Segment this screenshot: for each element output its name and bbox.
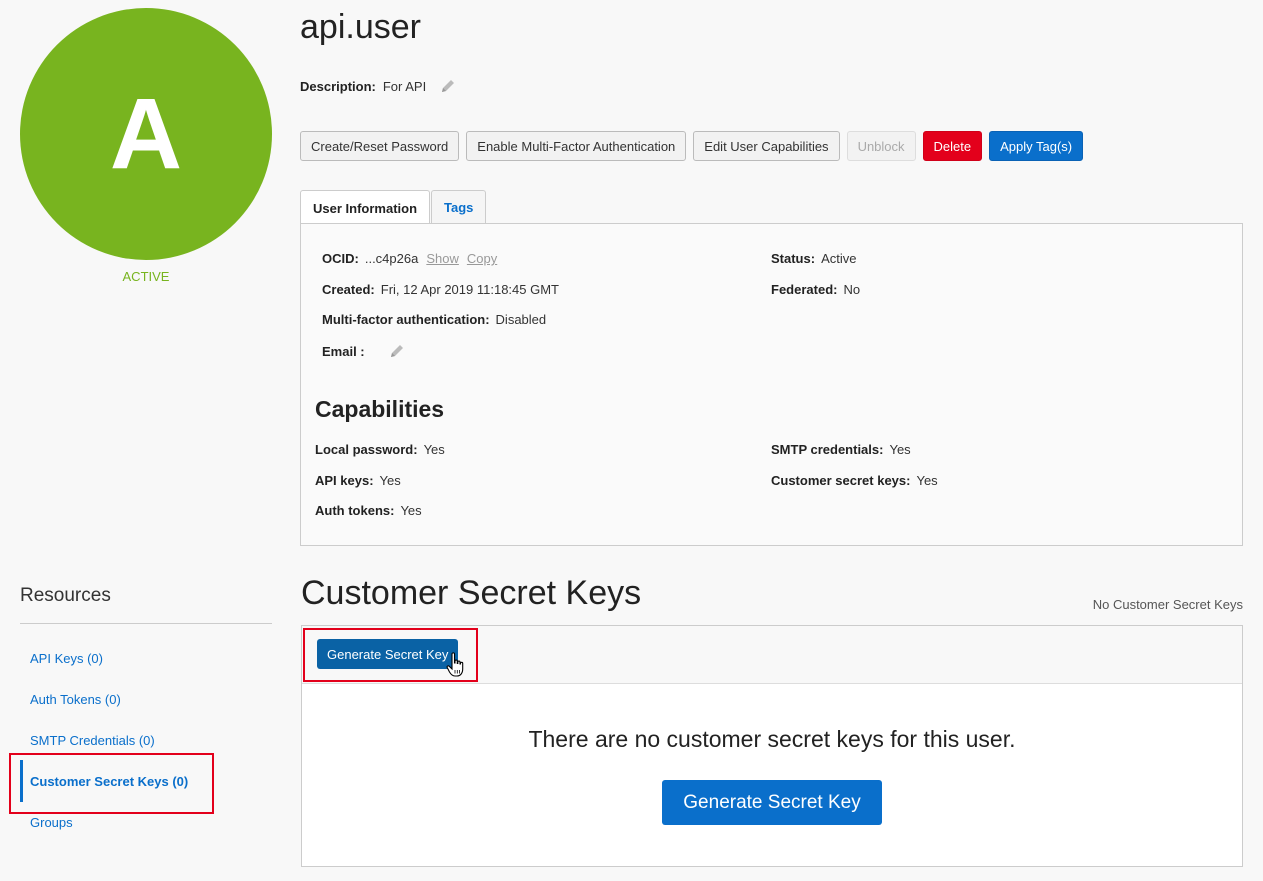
- create-reset-password-button[interactable]: Create/Reset Password: [300, 131, 460, 161]
- edit-description-pencil-icon[interactable]: [440, 78, 456, 94]
- hand-cursor-icon: [446, 652, 466, 681]
- empty-state-message: There are no customer secret keys for th…: [528, 726, 1016, 752]
- apply-tags-button[interactable]: Apply Tag(s): [989, 131, 1084, 161]
- capabilities-heading: Capabilities: [315, 396, 445, 422]
- sidebar-item-groups[interactable]: Groups: [30, 815, 73, 830]
- description-row: Description: For API: [300, 78, 456, 94]
- tab-tags[interactable]: Tags: [431, 190, 487, 224]
- highlight-box-sidebar: [9, 753, 214, 814]
- local-password-row: Local password: Yes: [315, 442, 445, 457]
- api-keys-row: API keys: Yes: [315, 473, 401, 488]
- status-row: Status: Active: [771, 251, 856, 266]
- generate-secret-key-empty-state-button[interactable]: Generate Secret Key: [662, 780, 882, 825]
- user-detail-tabs: User Information Tags: [300, 190, 487, 225]
- auth-tokens-value: Yes: [400, 503, 422, 518]
- resources-heading: Resources: [20, 585, 111, 606]
- federated-value: No: [843, 282, 861, 297]
- delete-button[interactable]: Delete: [922, 131, 983, 161]
- ocid-label: OCID:: [322, 251, 359, 266]
- customer-secret-keys-cap-label: Customer secret keys:: [771, 473, 911, 488]
- resources-divider: [20, 623, 272, 624]
- page-title: api.user: [300, 8, 421, 46]
- user-status-label: ACTIVE: [122, 269, 170, 284]
- avatar-letter: A: [109, 78, 183, 190]
- mfa-row: Multi-factor authentication: Disabled: [322, 312, 546, 327]
- unblock-button[interactable]: Unblock: [846, 131, 916, 161]
- email-label: Email :: [322, 343, 365, 359]
- created-value: Fri, 12 Apr 2019 11:18:45 GMT: [380, 282, 559, 297]
- customer-secret-keys-heading: Customer Secret Keys: [301, 574, 642, 612]
- enable-mfa-button[interactable]: Enable Multi-Factor Authentication: [466, 131, 687, 161]
- user-information-panel: OCID: ...c4p26a Show Copy Created: Fri, 12 A…: [300, 223, 1243, 546]
- smtp-credentials-label: SMTP credentials:: [771, 442, 884, 457]
- description-label: Description:: [300, 78, 376, 94]
- ocid-row: OCID: ...c4p26a Show Copy: [322, 251, 497, 266]
- local-password-label: Local password:: [315, 442, 418, 457]
- ocid-show-link[interactable]: Show: [426, 251, 459, 266]
- edit-email-pencil-icon[interactable]: [389, 343, 405, 359]
- federated-row: Federated: No: [771, 282, 860, 297]
- api-keys-value: Yes: [379, 473, 401, 488]
- user-avatar: A: [20, 8, 272, 260]
- sidebar-item-smtp-credentials[interactable]: SMTP Credentials (0): [30, 733, 155, 748]
- smtp-credentials-value: Yes: [889, 442, 911, 457]
- ocid-value: ...c4p26a: [364, 251, 419, 266]
- api-keys-label: API keys:: [315, 473, 374, 488]
- auth-tokens-row: Auth tokens: Yes: [315, 503, 422, 518]
- local-password-value: Yes: [423, 442, 445, 457]
- description-value: For API: [382, 78, 427, 94]
- auth-tokens-label: Auth tokens:: [315, 503, 395, 518]
- federated-label: Federated:: [771, 282, 838, 297]
- email-row: Email :: [322, 343, 405, 359]
- status-value: Active: [821, 251, 857, 266]
- customer-secret-keys-cap-row: Customer secret keys: Yes: [771, 473, 938, 488]
- status-label: Status:: [771, 251, 816, 266]
- customer-secret-keys-cap-value: Yes: [916, 473, 938, 488]
- sidebar-item-api-keys[interactable]: API Keys (0): [30, 651, 103, 666]
- ocid-copy-link[interactable]: Copy: [467, 251, 497, 266]
- sidebar-item-auth-tokens[interactable]: Auth Tokens (0): [30, 692, 121, 707]
- user-actions-toolbar: Create/Reset Password Enable Multi-Facto…: [300, 131, 1084, 161]
- edit-user-capabilities-button[interactable]: Edit User Capabilities: [693, 131, 840, 161]
- mfa-label: Multi-factor authentication:: [322, 312, 490, 327]
- smtp-credentials-row: SMTP credentials: Yes: [771, 442, 911, 457]
- tab-user-information[interactable]: User Information: [300, 190, 431, 225]
- customer-secret-keys-count: No Customer Secret Keys: [1092, 597, 1243, 612]
- created-row: Created: Fri, 12 Apr 2019 11:18:45 GMT: [322, 282, 559, 297]
- mfa-value: Disabled: [495, 312, 547, 327]
- created-label: Created:: [322, 282, 375, 297]
